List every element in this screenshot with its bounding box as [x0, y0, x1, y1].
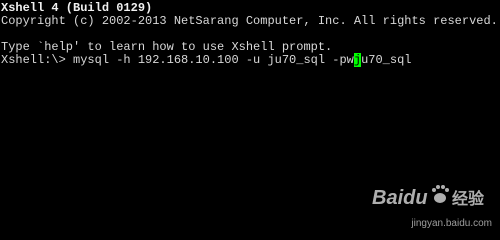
- terminal-window[interactable]: Xshell 4 (Build 0129) Copyright (c) 2002…: [0, 0, 500, 234]
- watermark-url: jingyan.baidu.com: [411, 218, 492, 229]
- command-text-after-cursor: u70_sql: [361, 53, 412, 67]
- baidu-brand-text: Baidu: [372, 187, 428, 209]
- baidu-jingyan-watermark: Baidu 经验 jingyan.baidu.com: [372, 178, 492, 230]
- shell-prompt: Xshell:\>: [1, 53, 74, 67]
- baidu-logo-icon: Baidu 经验: [372, 185, 485, 209]
- command-line[interactable]: Xshell:\> mysql -h 192.168.10.100 -u ju7…: [1, 53, 500, 67]
- copyright-line: Copyright (c) 2002-2013 NetSarang Comput…: [1, 14, 498, 28]
- jingyan-label-text: 经验: [452, 189, 485, 208]
- command-text: mysql -h 192.168.10.100 -u ju70_sql -pw: [73, 53, 354, 67]
- text-cursor: j: [353, 53, 362, 67]
